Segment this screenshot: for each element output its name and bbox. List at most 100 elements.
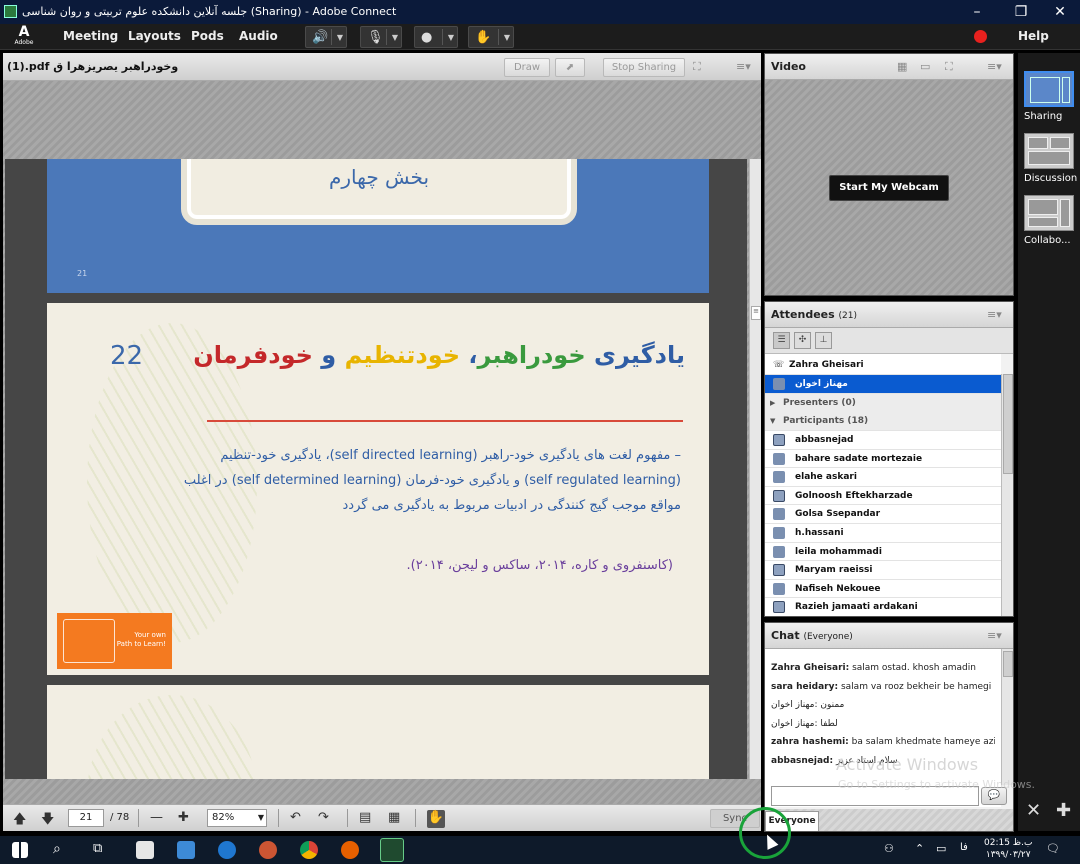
layout-discussion[interactable]: Discussion: [1024, 133, 1077, 184]
pod-menu-icon[interactable]: ≡▾: [736, 60, 751, 73]
multi-page-icon[interactable]: ▦: [388, 810, 400, 825]
list-item[interactable]: Golsa Ssepandar: [765, 505, 1001, 524]
microphone-button[interactable]: 🎙 ▼: [360, 26, 402, 48]
scrollbar-thumb[interactable]: ≡: [751, 306, 761, 320]
layout-sharing[interactable]: Sharing: [1024, 71, 1074, 122]
document-viewer[interactable]: بخش چهارم 21 22 یادگیری خودراهبر، خودتنظ…: [5, 159, 747, 779]
notifications-icon[interactable]: 🗨: [1046, 842, 1060, 855]
stop-sharing-button[interactable]: Stop Sharing: [603, 58, 685, 77]
status-button[interactable]: ✋ ▼: [468, 26, 514, 48]
zoom-out-icon[interactable]: —: [150, 810, 163, 825]
list-item[interactable]: abbasnejad: [765, 431, 1001, 450]
grid-view-icon[interactable]: ▦: [897, 60, 907, 73]
delete-layout-icon[interactable]: ✕: [1026, 800, 1041, 821]
add-layout-icon[interactable]: ✚: [1056, 800, 1071, 821]
layout-thumbnail: [1024, 133, 1074, 169]
menu-audio[interactable]: Audio: [239, 29, 278, 43]
first-page-icon[interactable]: 🡅: [13, 810, 26, 832]
menu-layouts[interactable]: Layouts: [128, 29, 181, 43]
touch-indicator: [739, 807, 791, 859]
pod-menu-icon[interactable]: ≡▾: [987, 629, 1002, 642]
user-speaker-icon: [773, 564, 785, 577]
maximize-button[interactable]: ❐: [1004, 2, 1038, 22]
list-item[interactable]: Maryam raeissi: [765, 561, 1001, 580]
task-view-icon[interactable]: ⧉: [93, 841, 102, 856]
scrollbar-thumb[interactable]: [1003, 651, 1013, 677]
filmstrip-icon[interactable]: ▭: [920, 60, 930, 73]
list-item[interactable]: Nafiseh Nekouee: [765, 580, 1001, 599]
layout-collaboration[interactable]: Collabo...: [1024, 195, 1074, 246]
pod-menu-icon[interactable]: ≡▾: [987, 60, 1002, 73]
redo-icon[interactable]: ↷: [318, 810, 329, 825]
chat-scrollbar[interactable]: [1001, 649, 1013, 785]
attendees-count: (21): [838, 311, 857, 321]
title-part-4: خودتنظیم: [344, 341, 461, 369]
clock-date: ۱۳۹۹/۰۳/۲۷: [985, 850, 1031, 860]
recording-indicator[interactable]: [974, 30, 987, 43]
presenters-group[interactable]: ▶ Presenters (0): [765, 394, 1001, 413]
windows-start-icon[interactable]: [12, 842, 28, 858]
layout-thumbnail: [1024, 71, 1074, 107]
title-part-5: و: [312, 341, 345, 369]
total-pages: / 78: [110, 812, 130, 823]
language-indicator[interactable]: فا: [960, 842, 968, 853]
status-view-icon[interactable]: ⊥: [815, 332, 832, 349]
pointer-icon: ⬈: [565, 62, 575, 73]
badge-line-2: Path to Learn!: [116, 640, 166, 648]
title-divider: [207, 420, 683, 422]
calculator-icon[interactable]: [136, 841, 154, 859]
title-part-3: ،: [460, 341, 478, 369]
document-scrollbar[interactable]: ≡: [749, 159, 761, 779]
scrollbar-thumb[interactable]: [1003, 374, 1013, 474]
control-panel-icon[interactable]: [177, 841, 195, 859]
start-webcam-button[interactable]: Start My Webcam: [829, 175, 949, 201]
page-number-input[interactable]: 21: [68, 809, 104, 827]
fullscreen-icon[interactable]: ⛶: [693, 60, 701, 74]
camera-button[interactable]: ● ▼: [414, 26, 458, 48]
draw-button[interactable]: Draw: [504, 58, 550, 77]
menu-pods[interactable]: Pods: [191, 29, 224, 43]
menu-meeting[interactable]: Meeting: [63, 29, 118, 43]
speaker-button[interactable]: 🔊 ▼: [305, 26, 347, 48]
pointer-tool-button[interactable]: ⬈: [555, 58, 585, 77]
list-item[interactable]: h.hassani: [765, 524, 1001, 543]
network-icon[interactable]: ▭: [936, 842, 946, 855]
breakout-icon[interactable]: ✣: [794, 332, 811, 349]
search-icon[interactable]: ⌕: [53, 841, 61, 857]
pod-menu-icon[interactable]: ≡▾: [987, 308, 1002, 321]
paint-icon[interactable]: [259, 841, 277, 859]
participants-group[interactable]: ▼ Participants (18): [765, 412, 1001, 431]
speaker-icon: 🔊: [312, 30, 329, 45]
attendees-scrollbar[interactable]: [1001, 374, 1013, 616]
body-line-3: مواقع موجب گیج کنندگی در ادبیات مربوط به…: [342, 498, 681, 513]
chevron-up-icon[interactable]: ⌃: [915, 842, 924, 855]
people-icon[interactable]: ⚇: [884, 842, 894, 855]
title-part-6: خودفرمان: [193, 341, 313, 369]
zoom-in-icon[interactable]: ✚: [178, 810, 189, 825]
hand-tool-icon[interactable]: ✋: [427, 810, 445, 828]
undo-icon[interactable]: ↶: [290, 810, 301, 825]
slide-21: بخش چهارم 21: [47, 159, 709, 293]
minimize-button[interactable]: –: [960, 2, 994, 22]
list-item[interactable]: Golnoosh Eftekharzade: [765, 487, 1001, 506]
fullscreen-icon[interactable]: ⛶: [945, 60, 953, 74]
list-item[interactable]: bahare sadate mortezaie: [765, 450, 1001, 469]
close-button[interactable]: ✕: [1043, 2, 1077, 22]
list-item[interactable]: Razieh jamaati ardakani: [765, 598, 1001, 616]
zoom-select[interactable]: 82% ▼: [207, 809, 267, 827]
firefox-icon[interactable]: [341, 841, 359, 859]
selected-attendee-row[interactable]: مهناز اخوان: [765, 375, 1001, 394]
list-view-icon[interactable]: ☰: [773, 332, 790, 349]
internet-explorer-icon[interactable]: [218, 841, 236, 859]
list-item[interactable]: leila mohammadi: [765, 543, 1001, 562]
title-part-2: خودراهبر: [477, 341, 586, 369]
host-row[interactable]: ☏ Zahra Gheisari: [765, 356, 1001, 375]
raise-hand-icon: ✋: [475, 30, 492, 45]
next-page-icon[interactable]: 🡇: [41, 810, 54, 832]
chrome-icon[interactable]: [300, 841, 318, 859]
adobe-connect-taskbar-icon[interactable]: [380, 838, 404, 862]
menu-help[interactable]: Help: [1018, 29, 1049, 43]
single-page-icon[interactable]: ▤: [359, 810, 371, 825]
taskbar-clock[interactable]: ب.ظ 02:15 ۱۳۹۹/۰۳/۲۷: [984, 837, 1032, 861]
list-item[interactable]: elahe askari: [765, 468, 1001, 487]
